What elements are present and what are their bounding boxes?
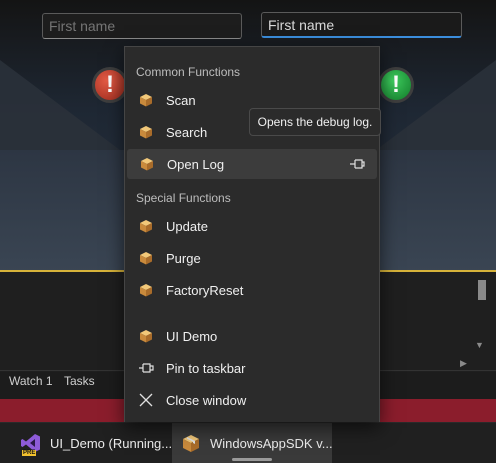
- close-icon: [137, 391, 155, 409]
- taskbar-item-label: UI_Demo (Running...: [50, 435, 173, 451]
- taskbar-item-ui-demo[interactable]: PRE UI_Demo (Running...: [12, 423, 172, 463]
- menu-item-close-window[interactable]: Close window: [126, 385, 378, 415]
- menu-item-label: Search: [166, 124, 208, 140]
- pin-icon: [137, 359, 155, 377]
- menu-item-label: Close window: [166, 392, 247, 408]
- section-header-special: Special Functions: [136, 191, 231, 205]
- menu-item-ui-demo[interactable]: UI Demo: [126, 321, 378, 351]
- tab-watch[interactable]: Watch 1: [9, 374, 53, 388]
- taskbar-item-windowsappsdk[interactable]: WindowsAppSDK v...: [172, 423, 333, 463]
- scroll-right-icon[interactable]: ▶: [460, 358, 467, 369]
- visual-studio-preview-icon: PRE: [20, 432, 42, 456]
- menu-item-label: Purge: [166, 250, 201, 266]
- tab-tasks[interactable]: Tasks: [64, 374, 95, 388]
- taskbar-item-label: WindowsAppSDK v...: [210, 435, 333, 451]
- menu-item-label: Update: [166, 218, 208, 234]
- package-icon: [137, 91, 155, 109]
- menu-item-open-log[interactable]: Open Log: [127, 149, 377, 179]
- menu-item-label: Open Log: [167, 156, 225, 172]
- first-name-input[interactable]: [42, 13, 242, 39]
- preview-badge: PRE: [22, 450, 37, 456]
- menu-item-pin-to-taskbar[interactable]: Pin to taskbar: [126, 353, 378, 383]
- first-name-input-focused[interactable]: [261, 12, 462, 38]
- package-icon: [137, 217, 155, 235]
- ok-icon[interactable]: !: [378, 67, 414, 103]
- menu-item-purge[interactable]: Purge: [126, 243, 378, 273]
- error-icon[interactable]: !: [92, 67, 128, 103]
- package-icon: [137, 327, 155, 345]
- package-icon: [138, 155, 156, 173]
- tooltip: Opens the debug log.: [249, 108, 381, 136]
- section-header-common: Common Functions: [136, 65, 241, 79]
- jump-list-menu: Common Functions Scan Search Open Log Sp…: [124, 46, 380, 422]
- menu-item-factory-reset[interactable]: FactoryReset: [126, 275, 378, 305]
- package-icon: [180, 432, 202, 454]
- package-icon: [137, 281, 155, 299]
- menu-item-label: UI Demo: [166, 328, 218, 344]
- pin-icon[interactable]: [349, 157, 365, 171]
- package-icon: [137, 249, 155, 267]
- package-icon: [137, 123, 155, 141]
- taskbar: PRE UI_Demo (Running... WindowsAppSDK v.…: [0, 422, 496, 463]
- menu-item-update[interactable]: Update: [126, 211, 378, 241]
- menu-item-label: Pin to taskbar: [166, 360, 246, 376]
- menu-item-label: Scan: [166, 92, 196, 108]
- scroll-down-icon[interactable]: ▼: [475, 340, 484, 350]
- scrollbar-thumb[interactable]: [478, 280, 486, 300]
- menu-item-label: FactoryReset: [166, 282, 244, 298]
